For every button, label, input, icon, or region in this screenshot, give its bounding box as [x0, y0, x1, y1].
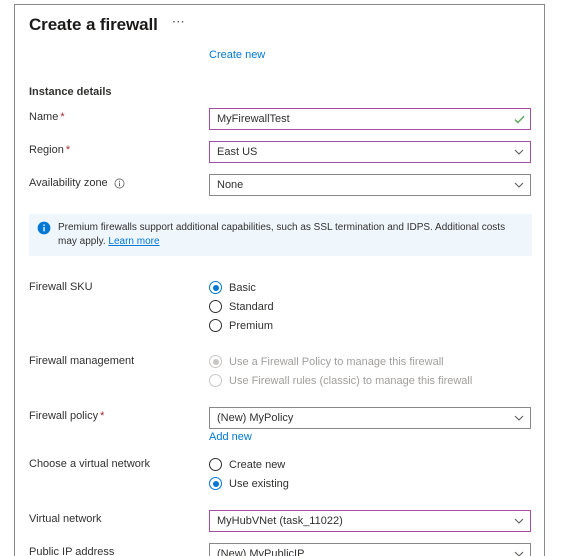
label-firewall-policy-text: Firewall policy	[29, 410, 99, 422]
radio-management-policy-label: Use a Firewall Policy to manage this fir…	[229, 355, 444, 368]
availability-zone-dropdown-value: None	[217, 179, 244, 191]
label-firewall-policy: Firewall policy *	[29, 407, 209, 424]
validation-check-icon	[508, 115, 530, 124]
field-row-firewall-management: Firewall management Use a Firewall Polic…	[29, 352, 530, 390]
virtual-network-dropdown-value: MyHubVNet (task_11022)	[217, 515, 343, 527]
label-choose-vnet-text: Choose a virtual network	[29, 458, 151, 470]
required-asterisk-firewall-policy: *	[100, 410, 105, 422]
radio-circle-icon	[209, 300, 222, 313]
create-firewall-blade: Create a firewall ⋯ Create new Instance …	[14, 4, 545, 556]
field-availability-zone: None	[209, 174, 531, 196]
radio-sku-premium[interactable]: Premium	[209, 316, 530, 335]
label-name-text: Name	[29, 111, 59, 123]
label-firewall-management: Firewall management	[29, 352, 209, 369]
virtual-network-dropdown[interactable]: MyHubVNet (task_11022)	[209, 510, 531, 532]
public-ip-dropdown[interactable]: (New) MyPublicIP	[209, 543, 531, 556]
top-create-new-spacer	[29, 49, 209, 51]
field-row-firewall-policy: Firewall policy * (New) MyPolicy Add new	[29, 407, 531, 443]
radio-circle-icon	[209, 319, 222, 332]
public-ip-dropdown-value: (New) MyPublicIP	[217, 548, 305, 556]
field-public-ip: (New) MyPublicIP Add new	[209, 543, 531, 556]
radio-vnet-create-new-label: Create new	[229, 458, 286, 471]
label-region: Region *	[29, 141, 209, 158]
info-filled-icon	[37, 221, 51, 238]
label-availability-zone-text: Availability zone	[29, 177, 108, 189]
label-virtual-network-text: Virtual network	[29, 513, 102, 525]
more-options-icon[interactable]: ⋯	[172, 15, 186, 33]
label-virtual-network: Virtual network	[29, 510, 209, 527]
radio-circle-icon	[209, 355, 222, 368]
field-row-firewall-sku: Firewall SKU Basic Standard Premium	[29, 278, 530, 335]
firewall-policy-dropdown-value: (New) MyPolicy	[217, 412, 294, 424]
label-choose-vnet: Choose a virtual network	[29, 455, 209, 472]
field-choose-vnet: Create new Use existing	[209, 455, 530, 493]
chevron-down-icon	[508, 518, 530, 524]
chevron-down-icon	[508, 182, 530, 188]
name-input[interactable]: MyFirewallTest	[209, 108, 531, 130]
label-firewall-sku-text: Firewall SKU	[29, 281, 93, 293]
region-dropdown[interactable]: East US	[209, 141, 531, 163]
required-asterisk-region: *	[65, 144, 71, 156]
field-firewall-management: Use a Firewall Policy to manage this fir…	[209, 352, 530, 390]
radio-sku-standard-label: Standard	[229, 300, 274, 313]
radio-circle-icon	[209, 374, 222, 387]
radio-sku-basic[interactable]: Basic	[209, 278, 530, 297]
top-create-new-field: Create new	[209, 49, 530, 61]
label-public-ip: Public IP address	[29, 543, 209, 556]
radio-vnet-use-existing-label: Use existing	[229, 477, 289, 490]
name-input-value: MyFirewallTest	[217, 113, 290, 125]
field-name: MyFirewallTest	[209, 108, 531, 130]
availability-zone-dropdown[interactable]: None	[209, 174, 531, 196]
radio-sku-basic-label: Basic	[229, 281, 256, 294]
field-row-public-ip: Public IP address (New) MyPublicIP Add n…	[29, 543, 531, 556]
field-firewall-sku: Basic Standard Premium	[209, 278, 530, 335]
create-new-link[interactable]: Create new	[209, 49, 265, 61]
top-create-new-row: Create new	[29, 49, 530, 69]
radio-circle-icon	[209, 281, 222, 294]
field-virtual-network: MyHubVNet (task_11022)	[209, 510, 531, 532]
field-row-virtual-network: Virtual network MyHubVNet (task_11022)	[29, 510, 531, 532]
radio-sku-standard[interactable]: Standard	[209, 297, 530, 316]
radio-management-classic-label: Use Firewall rules (classic) to manage t…	[229, 374, 473, 387]
label-availability-zone: Availability zone	[29, 174, 209, 191]
label-name: Name *	[29, 108, 209, 125]
premium-info-banner: Premium firewalls support additional cap…	[29, 214, 532, 256]
region-dropdown-value: East US	[217, 146, 258, 158]
learn-more-link[interactable]: Learn more	[108, 236, 159, 247]
banner-text: Premium firewalls support additional cap…	[58, 221, 524, 249]
field-row-choose-vnet: Choose a virtual network Create new Use …	[29, 455, 530, 493]
chevron-down-icon	[508, 149, 530, 155]
label-firewall-management-text: Firewall management	[29, 355, 135, 367]
field-region: East US	[209, 141, 531, 163]
firewall-policy-dropdown[interactable]: (New) MyPolicy	[209, 407, 531, 429]
radio-management-classic: Use Firewall rules (classic) to manage t…	[209, 371, 530, 390]
info-icon[interactable]	[114, 178, 125, 189]
field-row-region: Region * East US	[29, 141, 531, 163]
field-firewall-policy: (New) MyPolicy Add new	[209, 407, 531, 443]
radio-sku-premium-label: Premium	[229, 319, 274, 332]
chevron-down-icon	[508, 415, 530, 421]
form-body: Create new Instance details Name * MyFire…	[15, 49, 544, 556]
radio-vnet-use-existing[interactable]: Use existing	[209, 474, 530, 493]
page-title: Create a firewall	[29, 14, 158, 34]
required-asterisk-name: *	[60, 111, 65, 123]
radio-vnet-create-new[interactable]: Create new	[209, 455, 530, 474]
radio-circle-icon	[209, 458, 222, 471]
field-row-availability-zone: Availability zone None	[29, 174, 531, 196]
section-heading-instance-details: Instance details	[29, 86, 112, 98]
chevron-down-icon	[508, 551, 530, 556]
label-region-text: Region	[29, 144, 64, 156]
field-row-name: Name * MyFirewallTest	[29, 108, 531, 130]
label-firewall-sku: Firewall SKU	[29, 278, 209, 295]
radio-circle-icon	[209, 477, 222, 490]
label-public-ip-text: Public IP address	[29, 546, 115, 556]
add-new-firewall-policy-link[interactable]: Add new	[209, 431, 530, 443]
radio-management-policy: Use a Firewall Policy to manage this fir…	[209, 352, 530, 371]
blade-header: Create a firewall ⋯	[15, 5, 544, 35]
